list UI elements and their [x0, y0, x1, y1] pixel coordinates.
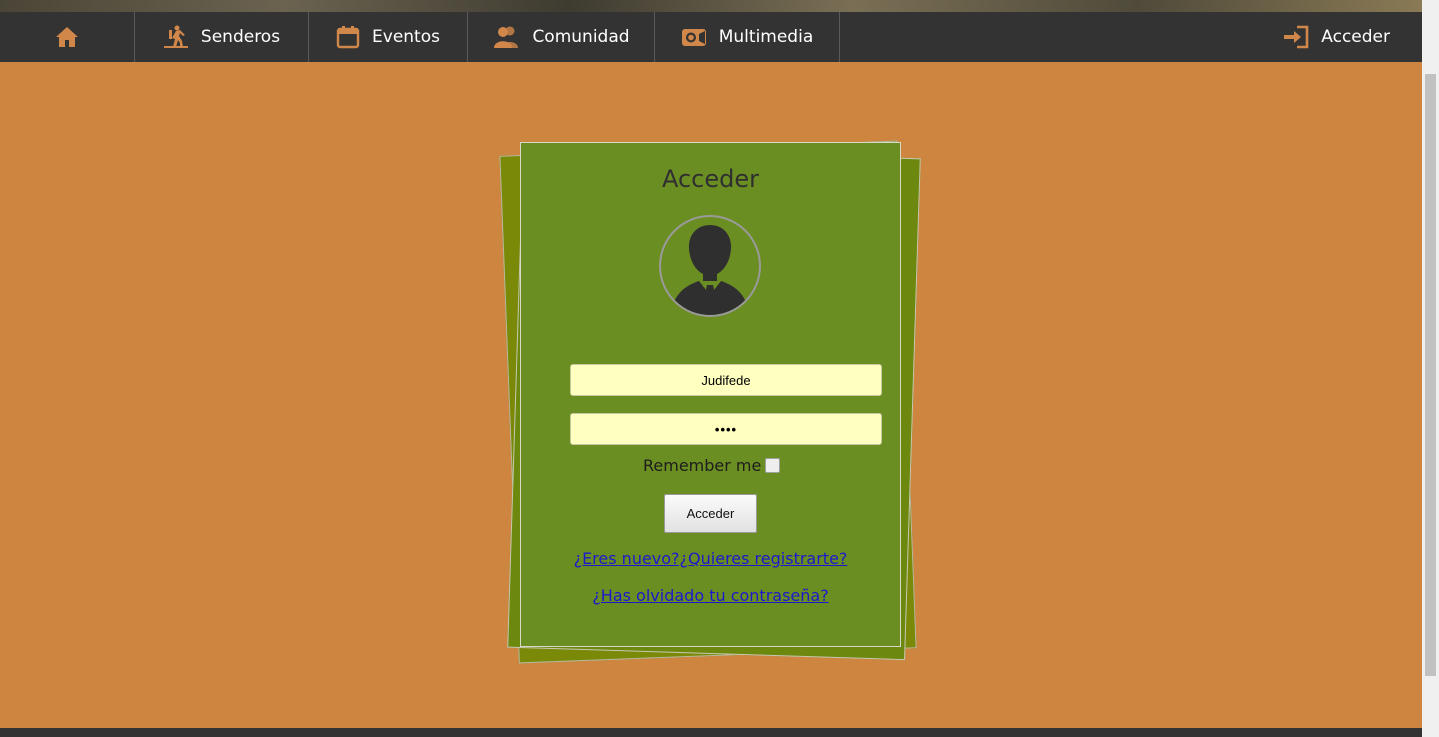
nav-acceder-label: Acceder	[1321, 27, 1390, 47]
sign-in-icon	[1284, 25, 1309, 49]
nav-senderos[interactable]: Senderos	[135, 12, 309, 62]
login-card: Acceder Remember me Acceder ¿Eres nuevo?…	[520, 142, 901, 647]
calendar-icon	[336, 26, 360, 49]
camera-icon	[681, 29, 706, 46]
users-icon	[494, 26, 519, 48]
hiker-icon	[163, 25, 188, 48]
home-icon	[56, 27, 78, 47]
register-link[interactable]: ¿Eres nuevo?¿Quieres registrarte?	[521, 549, 900, 568]
acceder-button-label: Acceder	[686, 506, 735, 521]
nav-acceder[interactable]: Acceder	[1283, 12, 1390, 62]
password-field[interactable]	[570, 413, 882, 445]
nav-eventos[interactable]: Eventos	[309, 12, 468, 62]
username-field[interactable]	[570, 364, 882, 396]
footer-bar	[0, 728, 1422, 737]
nav-eventos-label: Eventos	[372, 27, 440, 47]
nav-multimedia-label: Multimedia	[718, 27, 814, 47]
header-image-strip	[0, 0, 1422, 12]
nav-senderos-label: Senderos	[200, 27, 281, 47]
user-avatar-icon	[659, 215, 761, 317]
acceder-button[interactable]: Acceder	[664, 494, 757, 533]
login-title: Acceder	[661, 165, 760, 193]
vertical-scrollbar[interactable]	[1422, 0, 1439, 737]
remember-me-label: Remember me	[643, 456, 762, 475]
nav-comunidad[interactable]: Comunidad	[468, 12, 655, 62]
scrollbar-thumb[interactable]	[1425, 74, 1436, 676]
forgot-password-link[interactable]: ¿Has olvidado tu contraseña?	[521, 586, 900, 605]
top-navbar: Senderos Eventos Comunidad Multimedia Ac…	[0, 12, 1422, 62]
nav-home[interactable]	[0, 12, 135, 62]
remember-me-checkbox[interactable]	[765, 458, 781, 473]
nav-multimedia[interactable]: Multimedia	[655, 12, 840, 62]
nav-comunidad-label: Comunidad	[532, 27, 630, 47]
remember-me[interactable]: Remember me	[643, 456, 781, 475]
